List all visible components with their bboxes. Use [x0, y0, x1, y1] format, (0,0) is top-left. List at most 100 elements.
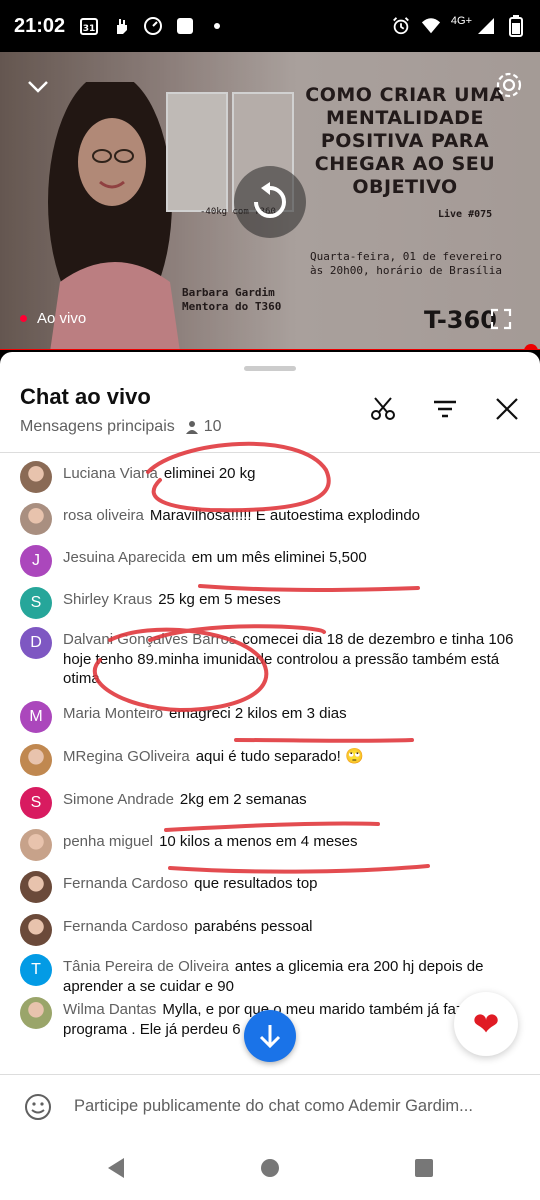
back-icon[interactable]	[104, 1156, 128, 1180]
filter-button[interactable]	[430, 394, 460, 424]
status-bar: 21:02 31 4G+	[0, 0, 540, 52]
chat-text: em um mês eliminei 5,500	[191, 549, 367, 566]
avatar[interactable]: D	[20, 627, 52, 659]
chat-message-body: Luciana Viana eliminei 20 kg	[63, 464, 520, 484]
alarm-icon	[391, 16, 411, 36]
person-icon	[185, 421, 198, 434]
chat-message-list[interactable]: Luciana Viana eliminei 20 kg rosa oliveira…	[0, 460, 540, 1072]
gear-icon[interactable]	[494, 70, 524, 100]
chat-input-bar[interactable]: Participe publicamente do chat como Adem…	[0, 1074, 540, 1138]
battery-icon	[506, 15, 526, 37]
chat-author[interactable]: Dalvani Gonçalves Barros	[63, 631, 236, 648]
chat-message[interactable]: MRegina GOliveira aqui é tudo separado! 🙄	[20, 744, 520, 776]
live-progress-bar[interactable]	[0, 349, 540, 350]
chat-message-body: Shirley Kraus 25 kg em 5 meses	[63, 590, 520, 610]
chat-message-body: Jesuina Aparecida em um mês eliminei 5,50…	[63, 548, 520, 568]
live-badge: Ao vivo	[20, 310, 86, 327]
live-label: Ao vivo	[37, 310, 87, 327]
recents-icon[interactable]	[412, 1156, 436, 1180]
chat-message[interactable]: penha miguel 10 kilos a menos em 4 meses	[20, 829, 520, 861]
app-square-icon	[175, 16, 195, 36]
chat-message[interactable]: S Shirley Kraus 25 kg em 5 meses	[20, 587, 520, 619]
chat-message-body: rosa oliveira Maravilhosa!!!!! E autoesti…	[63, 506, 520, 526]
calendar-icon: 31	[79, 16, 99, 36]
chat-author[interactable]: Simone Andrade	[63, 791, 174, 808]
chat-author[interactable]: Maria Monteiro	[63, 705, 163, 722]
avatar[interactable]	[20, 914, 52, 946]
viewer-count-value: 10	[203, 418, 222, 435]
avatar[interactable]: S	[20, 587, 52, 619]
chat-message[interactable]: J Jesuina Aparecida em um mês eliminei 5,5…	[20, 545, 520, 577]
chat-message-body: Dalvani Gonçalves Barros comecei dia 18 d…	[63, 630, 520, 689]
status-time: 21:02	[14, 14, 66, 37]
avatar[interactable]: T	[20, 954, 52, 986]
avatar[interactable]: M	[20, 701, 52, 733]
chevron-down-icon[interactable]	[24, 72, 52, 100]
chat-author[interactable]: Luciana Viana	[63, 465, 158, 482]
chat-divider	[0, 452, 540, 453]
home-icon[interactable]	[258, 1156, 282, 1180]
chat-message[interactable]: S Simone Andrade 2kg em 2 semanas	[20, 787, 520, 819]
chat-author[interactable]: Fernanda Cardoso	[63, 918, 188, 935]
video-player[interactable]: -40kg com T360 COMO CRIAR UMA MENTALIDAD…	[0, 52, 540, 350]
chat-text: aqui é tudo separado! 🙄	[195, 748, 364, 765]
replay-icon	[254, 182, 286, 218]
clip-button[interactable]	[368, 394, 398, 424]
avatar[interactable]	[20, 744, 52, 776]
chat-filter-label[interactable]: Mensagens principais	[20, 418, 175, 436]
heart-reaction-button[interactable]: ❤	[454, 992, 518, 1056]
signal-icon	[476, 16, 496, 36]
emoji-icon[interactable]	[24, 1093, 52, 1121]
avatar[interactable]	[20, 503, 52, 535]
chat-message[interactable]: M Maria Monteiro emagreci 2 kilos em 3 dia…	[20, 701, 520, 733]
heart-icon: ❤	[472, 1006, 500, 1042]
live-chat-panel: Chat ao vivo Mensagens principais 10 Luc…	[0, 352, 540, 1200]
avatar[interactable]	[20, 871, 52, 903]
chat-input[interactable]: Participe publicamente do chat como Adem…	[74, 1097, 524, 1116]
chat-text: parabéns pessoal	[194, 918, 313, 935]
chat-message-body: Maria Monteiro emagreci 2 kilos em 3 dias	[63, 704, 520, 724]
scroll-to-bottom-button[interactable]	[244, 1010, 296, 1062]
chat-message[interactable]: Fernanda Cardoso que resultados top	[20, 871, 520, 903]
calendar-day: 31	[83, 24, 96, 34]
chat-author[interactable]: rosa oliveira	[63, 507, 144, 524]
fullscreen-icon[interactable]	[490, 308, 512, 330]
chat-title: Chat ao vivo	[20, 384, 151, 409]
chat-author[interactable]: Wilma Dantas	[63, 1001, 156, 1018]
chat-author[interactable]: Shirley Kraus	[63, 591, 152, 608]
live-dot	[20, 315, 27, 322]
chat-message[interactable]: T Tânia Pereira de Oliveira antes a glicem…	[20, 954, 520, 996]
chat-text: 10 kilos a menos em 4 meses	[159, 833, 358, 850]
close-chat-button[interactable]	[492, 394, 522, 424]
filter-icon	[434, 400, 456, 418]
avatar[interactable]: S	[20, 787, 52, 819]
chat-author[interactable]: Tânia Pereira de Oliveira	[63, 958, 229, 975]
avatar[interactable]	[20, 829, 52, 861]
chat-text: Maravilhosa!!!!! E autoestima explodindo	[149, 507, 421, 524]
viewer-count: 10	[185, 418, 222, 436]
avatar[interactable]	[20, 461, 52, 493]
chat-message[interactable]: rosa oliveira Maravilhosa!!!!! E autoesti…	[20, 503, 520, 535]
hand-icon	[111, 16, 131, 36]
wifi-icon	[421, 16, 441, 36]
replay-button[interactable]	[234, 166, 306, 238]
chat-filter-row[interactable]: Mensagens principais 10	[20, 418, 222, 436]
chat-author[interactable]: penha miguel	[63, 833, 153, 850]
chat-author[interactable]: Fernanda Cardoso	[63, 875, 188, 892]
chat-message[interactable]: D Dalvani Gonçalves Barros comecei dia 18 …	[20, 627, 520, 689]
chat-message-body: MRegina GOliveira aqui é tudo separado! 🙄	[63, 747, 520, 767]
speedometer-icon	[143, 16, 163, 36]
chat-text: que resultados top	[194, 875, 318, 892]
chat-message[interactable]: Fernanda Cardoso parabéns pessoal	[20, 914, 520, 946]
avatar[interactable]: J	[20, 545, 52, 577]
scissors-icon	[371, 397, 395, 420]
chat-author[interactable]: MRegina GOliveira	[63, 748, 190, 765]
avatar[interactable]	[20, 997, 52, 1029]
network-type: 4G+	[450, 15, 472, 27]
close-icon	[496, 398, 518, 420]
chat-message-body: penha miguel 10 kilos a menos em 4 meses	[63, 832, 520, 852]
chat-text: 2kg em 2 semanas	[179, 791, 307, 808]
chat-message[interactable]: Luciana Viana eliminei 20 kg	[20, 461, 520, 493]
drag-handle[interactable]	[244, 366, 296, 371]
chat-author[interactable]: Jesuina Aparecida	[63, 549, 186, 566]
